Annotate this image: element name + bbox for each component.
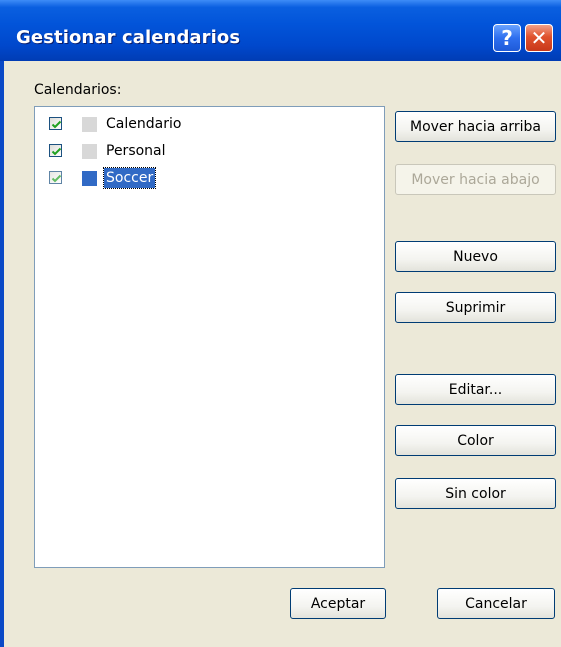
close-icon[interactable]: ✕ — [525, 24, 553, 52]
delete-button[interactable]: Suprimir — [395, 292, 556, 323]
manage-calendars-dialog: Gestionar calendarios ? ✕ Calendarios: C… — [0, 0, 561, 647]
cancel-button[interactable]: Cancelar — [437, 588, 555, 619]
move-down-button[interactable]: Mover hacia abajo — [395, 164, 556, 195]
color-swatch — [82, 144, 97, 159]
checkbox[interactable] — [49, 117, 62, 130]
calendar-name: Personal — [106, 143, 166, 159]
list-item[interactable]: Personal — [47, 140, 367, 162]
color-swatch — [82, 171, 97, 186]
color-button[interactable]: Color — [395, 425, 556, 456]
no-color-button[interactable]: Sin color — [395, 478, 556, 509]
list-item[interactable]: Soccer — [47, 167, 367, 189]
dialog-title: Gestionar calendarios — [16, 27, 241, 48]
move-up-button[interactable]: Mover hacia arriba — [395, 111, 556, 142]
help-icon[interactable]: ? — [493, 24, 521, 52]
new-button[interactable]: Nuevo — [395, 241, 556, 272]
edit-button[interactable]: Editar... — [395, 374, 556, 405]
window-frame — [0, 61, 4, 647]
calendar-name: Calendario — [106, 116, 182, 132]
list-item[interactable]: Calendario — [47, 113, 367, 135]
checkmark-icon — [51, 174, 62, 183]
calendars-list[interactable]: Calendario Personal Soccer — [34, 106, 385, 568]
calendars-label: Calendarios: — [34, 82, 122, 98]
checkmark-icon — [51, 147, 62, 156]
checkbox[interactable] — [49, 144, 62, 157]
calendar-name: Soccer — [102, 167, 157, 189]
accept-button[interactable]: Aceptar — [290, 588, 386, 619]
checkmark-icon — [51, 120, 62, 129]
color-swatch — [82, 117, 97, 132]
checkbox[interactable] — [49, 171, 62, 184]
title-bar: Gestionar calendarios ? ✕ — [0, 0, 561, 61]
